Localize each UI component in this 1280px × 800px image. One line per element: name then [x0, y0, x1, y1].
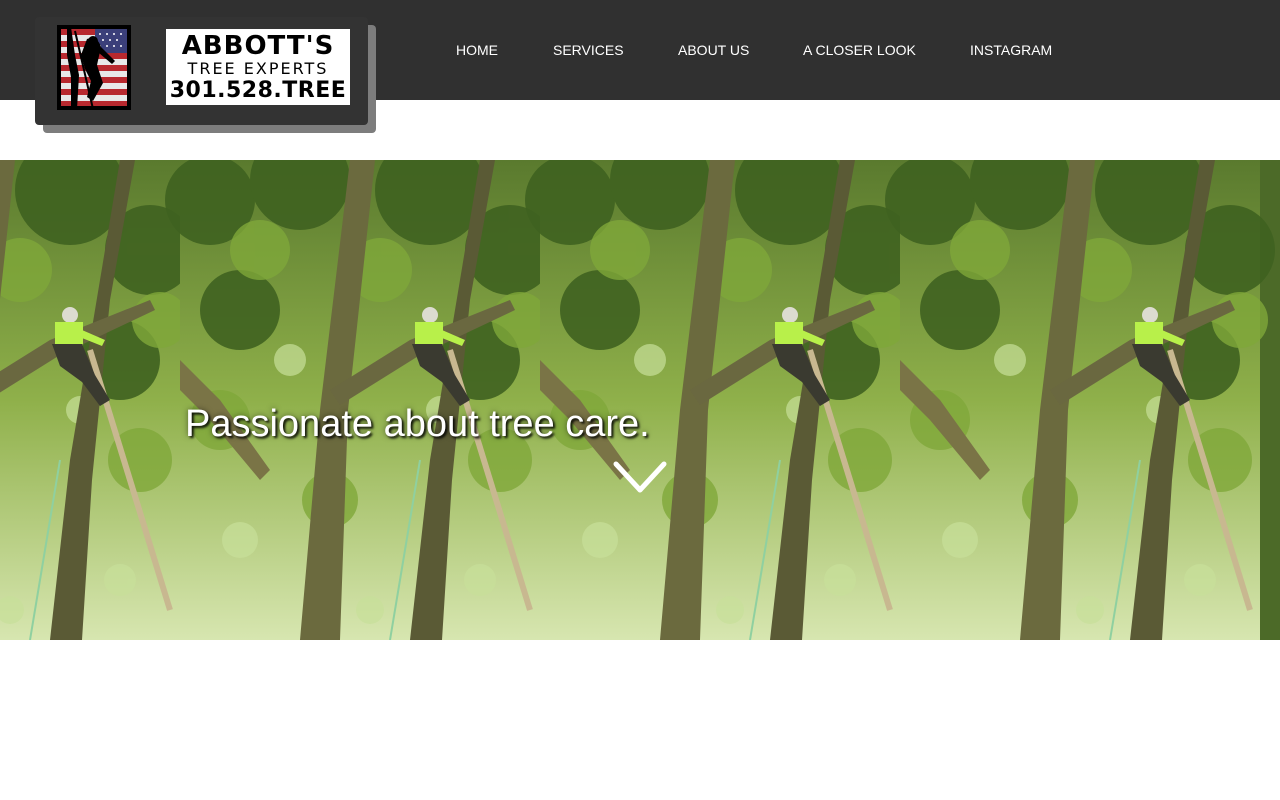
brand-phone: 301.528.TREE	[169, 78, 347, 103]
nav-about-us[interactable]: ABOUT US	[678, 42, 749, 58]
brand-logo[interactable]: ABBOTT'S TREE EXPERTS 301.528.TREE	[166, 29, 350, 105]
chevron-down-icon[interactable]	[612, 460, 668, 496]
nav-home[interactable]: HOME	[456, 42, 498, 58]
nav-instagram[interactable]: INSTAGRAM	[970, 42, 1052, 58]
nav-a-closer-look[interactable]: A CLOSER LOOK	[803, 42, 916, 58]
nav-services[interactable]: SERVICES	[553, 42, 624, 58]
brand-name: ABBOTT'S	[181, 31, 335, 61]
climber-flag-logo[interactable]	[57, 25, 131, 110]
hero-banner	[0, 160, 1280, 640]
hero-tree-image	[0, 160, 1280, 640]
hero-headline: Passionate about tree care.	[185, 403, 650, 445]
brand-tagline: TREE EXPERTS	[187, 59, 329, 78]
